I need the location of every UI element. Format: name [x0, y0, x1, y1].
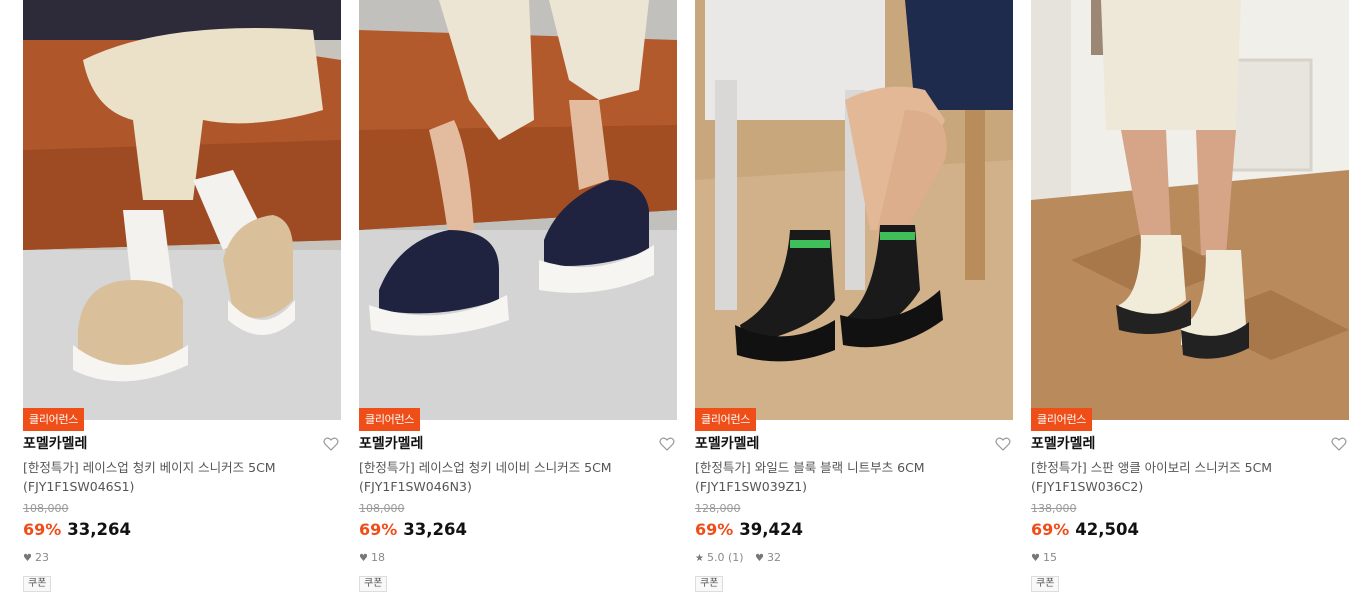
original-price: 108,000	[23, 502, 69, 515]
black-knit-boots-photo	[695, 0, 1013, 420]
original-price: 138,000	[1031, 502, 1077, 515]
product-name-line2: (FJY1F1SW046S1)	[23, 479, 135, 494]
product-name[interactable]: [한정특가] 레이스업 청키 베이지 스니커즈 5CM (FJY1F1SW046…	[23, 458, 323, 496]
product-image[interactable]	[1031, 0, 1349, 420]
clearance-badge: 클리어런스	[1031, 408, 1093, 431]
product-name[interactable]: [한정특가] 와일드 블룩 블랙 니트부츠 6CM (FJY1F1SW039Z1…	[695, 458, 995, 496]
original-price: 108,000	[359, 502, 405, 515]
sale-price: 33,264	[403, 520, 467, 539]
discount-rate: 69%	[23, 520, 62, 539]
beige-sneakers-photo	[23, 0, 341, 420]
product-image[interactable]	[23, 0, 341, 420]
product-name-line2: (FJY1F1SW046N3)	[359, 479, 472, 494]
price-row: 69% 33,264	[359, 519, 467, 541]
like-count: 23	[34, 551, 49, 564]
product-name[interactable]: [한정특가] 스판 앵클 아이보리 스니커즈 5CM (FJY1F1SW036C…	[1031, 458, 1331, 496]
product-image[interactable]	[695, 0, 1013, 420]
product-card[interactable]: 클리어런스 포멜카멜레 [한정특가] 레이스업 청키 베이지 스니커즈 5CM …	[23, 0, 341, 592]
heart-icon[interactable]	[995, 436, 1011, 452]
ivory-ankle-boots-photo	[1031, 0, 1349, 420]
product-name-line1: [한정특가] 와일드 블룩 블랙 니트부츠 6CM	[695, 460, 925, 475]
navy-sneakers-photo	[359, 0, 677, 420]
product-card[interactable]: 클리어런스 포멜카멜레 [한정특가] 와일드 블룩 블랙 니트부츠 6CM (F…	[695, 0, 1013, 592]
heart-icon[interactable]	[323, 436, 339, 452]
sale-price: 39,424	[739, 520, 803, 539]
coupon-tag: 쿠폰	[695, 576, 724, 592]
clearance-badge: 클리어런스	[23, 408, 85, 431]
sale-price: 33,264	[67, 520, 131, 539]
heart-filled-icon: ♥	[1031, 553, 1040, 564]
product-meta: ♥ 23	[23, 550, 57, 567]
heart-icon[interactable]	[659, 436, 675, 452]
product-meta: ♥ 18	[359, 550, 393, 567]
discount-rate: 69%	[359, 520, 398, 539]
original-price: 128,000	[695, 502, 741, 515]
brand-name[interactable]: 포멜카멜레	[23, 434, 87, 454]
rating: 5.0 (1)	[706, 551, 744, 564]
discount-rate: 69%	[695, 520, 734, 539]
product-name-line1: [한정특가] 스판 앵클 아이보리 스니커즈 5CM	[1031, 460, 1273, 475]
product-name-line1: [한정특가] 레이스업 청키 베이지 스니커즈 5CM	[23, 460, 276, 475]
coupon-tag: 쿠폰	[1031, 576, 1060, 592]
product-name-line2: (FJY1F1SW036C2)	[1031, 479, 1144, 494]
product-name[interactable]: [한정특가] 레이스업 청키 네이비 스니커즈 5CM (FJY1F1SW046…	[359, 458, 659, 496]
product-grid: 클리어런스 포멜카멜레 [한정특가] 레이스업 청키 베이지 스니커즈 5CM …	[0, 0, 1358, 592]
product-card[interactable]: 클리어런스 포멜카멜레 [한정특가] 스판 앵클 아이보리 스니커즈 5CM (…	[1031, 0, 1349, 592]
price-row: 69% 39,424	[695, 519, 803, 541]
product-image[interactable]	[359, 0, 677, 420]
heart-filled-icon: ♥	[359, 553, 368, 564]
product-meta: ♥ 15	[1031, 550, 1065, 567]
star-icon: ★	[695, 553, 704, 564]
heart-filled-icon: ♥	[23, 553, 32, 564]
price-row: 69% 33,264	[23, 519, 131, 541]
brand-name[interactable]: 포멜카멜레	[359, 434, 423, 454]
like-count: 32	[767, 551, 782, 564]
discount-rate: 69%	[1031, 520, 1070, 539]
product-name-line1: [한정특가] 레이스업 청키 네이비 스니커즈 5CM	[359, 460, 612, 475]
brand-name[interactable]: 포멜카멜레	[695, 434, 759, 454]
sale-price: 42,504	[1075, 520, 1139, 539]
coupon-tag: 쿠폰	[359, 576, 388, 592]
like-count: 18	[370, 551, 385, 564]
coupon-tag: 쿠폰	[23, 576, 52, 592]
clearance-badge: 클리어런스	[695, 408, 757, 431]
brand-name[interactable]: 포멜카멜레	[1031, 434, 1095, 454]
product-meta: ★ 5.0 (1) ♥ 32	[695, 550, 789, 567]
like-count: 15	[1042, 551, 1057, 564]
heart-icon[interactable]	[1331, 436, 1347, 452]
price-row: 69% 42,504	[1031, 519, 1139, 541]
product-name-line2: (FJY1F1SW039Z1)	[695, 479, 808, 494]
clearance-badge: 클리어런스	[359, 408, 421, 431]
product-card[interactable]: 클리어런스 포멜카멜레 [한정특가] 레이스업 청키 네이비 스니커즈 5CM …	[359, 0, 677, 592]
heart-filled-icon: ♥	[755, 553, 765, 564]
